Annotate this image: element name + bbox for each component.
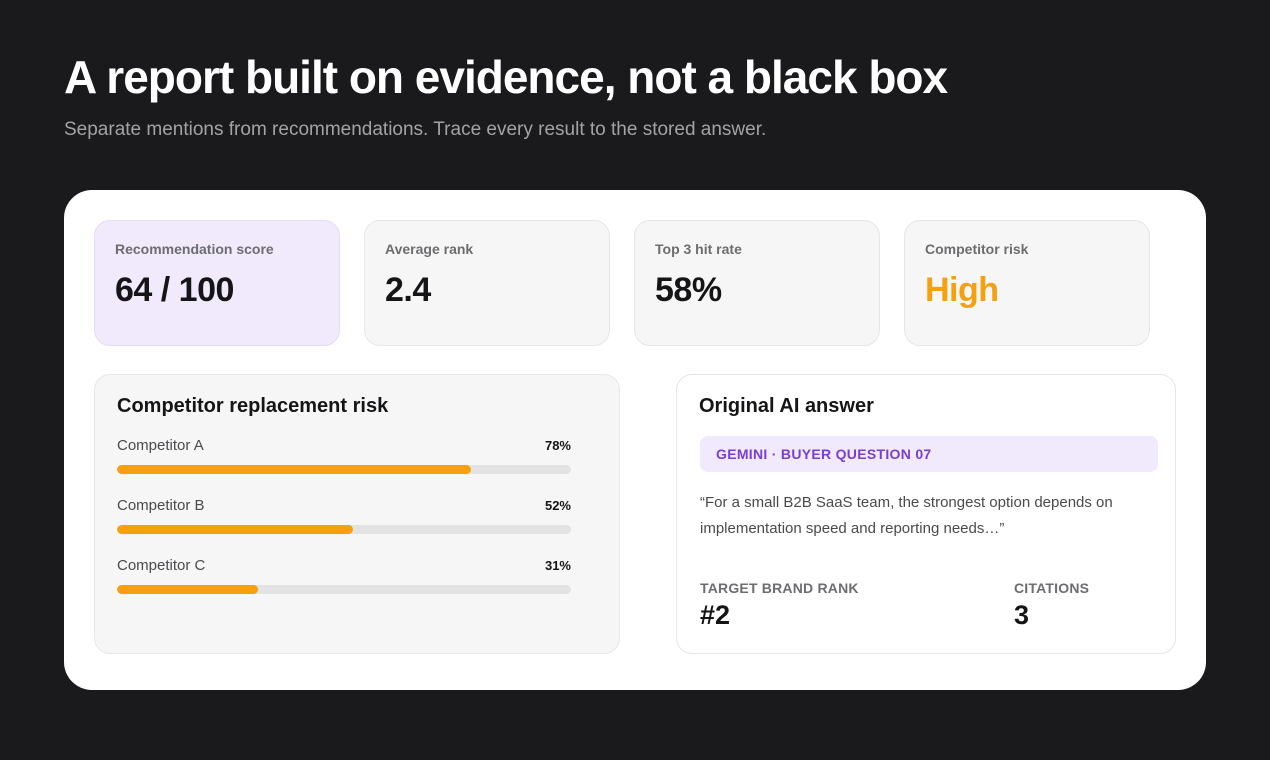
progress-fill [117, 525, 354, 534]
progress-fill [117, 465, 472, 474]
page-title: A report built on evidence, not a black … [64, 51, 948, 103]
risk-row-competitor-b: Competitor B 52% [117, 497, 571, 547]
panel-title: Competitor replacement risk [117, 395, 389, 417]
metric-value: 64 / 100 [115, 271, 234, 309]
metric-label: Average rank [385, 241, 474, 257]
page: A report built on evidence, not a black … [0, 0, 1270, 760]
metric-value: 58% [655, 271, 722, 309]
report-card: Recommendation score 64 / 100 Average ra… [64, 190, 1206, 690]
page-subtitle: Separate mentions from recommendations. … [64, 119, 767, 140]
panel-title: Original AI answer [699, 395, 874, 417]
risk-percent: 31% [544, 558, 571, 573]
metric-card-top3-hit-rate: Top 3 hit rate 58% [634, 220, 880, 346]
metric-card-average-rank: Average rank 2.4 [364, 220, 610, 346]
citations-label: CITATIONS [1014, 580, 1090, 596]
competitor-name: Competitor B [117, 497, 205, 514]
metric-label: Recommendation score [115, 241, 274, 257]
answer-quote: “For a small B2B SaaS team, the stronges… [700, 494, 1113, 537]
metric-value: 2.4 [385, 271, 431, 309]
metric-label: Top 3 hit rate [655, 241, 742, 257]
metric-card-competitor-risk: Competitor risk High [904, 220, 1150, 346]
target-brand-rank-label: TARGET BRAND RANK [700, 580, 859, 596]
progress-track [117, 525, 571, 534]
competitor-name: Competitor C [117, 557, 206, 574]
progress-track [117, 585, 571, 594]
metric-card-recommendation-score: Recommendation score 64 / 100 [94, 220, 340, 346]
citations-value: 3 [1014, 600, 1030, 630]
competitor-name: Competitor A [117, 437, 204, 454]
risk-row-competitor-c: Competitor C 31% [117, 557, 571, 607]
competitor-risk-panel: Competitor replacement risk Competitor A… [94, 374, 620, 654]
risk-row-competitor-a: Competitor A 78% [117, 437, 571, 487]
source-tag: GEMINI · BUYER QUESTION 07 [700, 436, 1158, 472]
risk-percent: 78% [544, 438, 571, 453]
metric-value-risk-level: High [925, 271, 999, 309]
progress-track [117, 465, 571, 474]
metric-label: Competitor risk [925, 241, 1029, 257]
target-brand-rank-value: #2 [700, 600, 731, 630]
original-answer-panel: Original AI answer GEMINI · BUYER QUESTI… [676, 374, 1176, 654]
progress-fill [117, 585, 258, 594]
risk-percent: 52% [544, 498, 571, 513]
